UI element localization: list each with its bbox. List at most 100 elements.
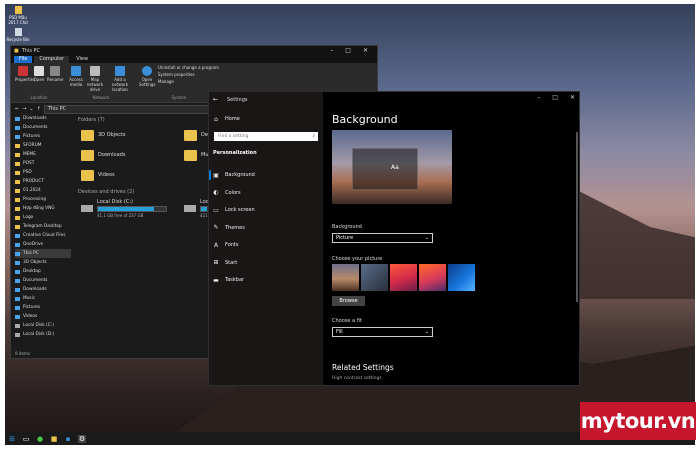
nav-item[interactable]: Hợp đồng VNG: [15, 204, 71, 213]
recent-chevron-icon[interactable]: ⌄: [29, 106, 33, 112]
folder-icon: [15, 116, 20, 121]
settings-taskbar-icon[interactable]: ⚙: [78, 434, 86, 443]
settings-section-title: Personalization: [213, 150, 257, 156]
folder-icon: [81, 169, 94, 181]
desktop-icon-recycle-bin[interactable]: Recycle Bin: [6, 28, 30, 42]
settings-menu-item[interactable]: ⊞ Start: [209, 258, 323, 268]
add-network-location-label: Add a network location: [111, 77, 129, 92]
nav-item[interactable]: Pictures: [15, 132, 71, 141]
settings-menu-item[interactable]: ✎ Themes: [209, 223, 323, 233]
nav-item[interactable]: Local Disk (C:): [15, 321, 71, 330]
settings-menu-label: Start: [225, 259, 238, 266]
nav-item[interactable]: Documents: [15, 123, 71, 132]
browse-button[interactable]: Browse: [332, 296, 365, 306]
fit-select[interactable]: Fill ⌄: [332, 327, 433, 337]
folder-label: Downloads: [98, 152, 126, 158]
folder-icon: [184, 149, 197, 161]
close-icon[interactable]: ✕: [570, 94, 575, 101]
folder-item[interactable]: Downloads: [81, 147, 176, 163]
nav-item[interactable]: Processing: [15, 195, 71, 204]
tab-file[interactable]: File: [14, 56, 33, 63]
task-view-icon[interactable]: ▭: [22, 435, 30, 443]
picture-thumbnail[interactable]: [448, 264, 475, 291]
nav-item-label: POST: [23, 161, 35, 166]
access-media-button[interactable]: Access media: [68, 65, 84, 92]
open-button[interactable]: Open: [31, 65, 47, 82]
nav-item[interactable]: PSD: [15, 168, 71, 177]
folder-item[interactable]: Videos: [81, 167, 176, 183]
tab-computer[interactable]: Computer: [34, 56, 70, 63]
nav-item[interactable]: Videos: [15, 312, 71, 321]
settings-menu-item[interactable]: ▭ Lock screen: [209, 205, 323, 215]
nav-item[interactable]: Downloads: [15, 114, 71, 123]
back-arrow-icon[interactable]: ←: [15, 106, 19, 112]
settings-search-input[interactable]: Find a setting ⌕: [214, 132, 318, 141]
ribbon-group-location: Properties Open Rename Location: [15, 65, 63, 100]
rename-button[interactable]: Rename: [47, 65, 63, 82]
uninstall-program-link[interactable]: Uninstall or change a program: [158, 65, 219, 70]
drive-item[interactable]: Local Disk (C:) 41.1 GB free of 237 GB: [81, 199, 171, 218]
nav-item[interactable]: Logo: [15, 213, 71, 222]
picture-thumbnail[interactable]: [419, 264, 446, 291]
up-arrow-icon[interactable]: ↑: [37, 106, 41, 112]
tab-view[interactable]: View: [71, 56, 93, 63]
properties-button[interactable]: Properties: [15, 65, 35, 82]
explorer-titlebar[interactable]: ■ This PC – □ ✕: [11, 46, 377, 55]
start-icon: ⊞: [213, 259, 219, 266]
folder-icon: [15, 278, 20, 283]
nav-item[interactable]: This PC: [15, 249, 71, 258]
nav-item[interactable]: Documents: [15, 276, 71, 285]
chrome-icon[interactable]: ●: [36, 435, 44, 443]
nav-item[interactable]: Creative Cloud Files: [15, 231, 71, 240]
folder-icon: [15, 314, 20, 319]
minimize-icon[interactable]: –: [537, 94, 540, 101]
folder-icon: [15, 260, 20, 265]
nav-item[interactable]: SFORUM: [15, 141, 71, 150]
drive-usage-fill: [201, 207, 208, 211]
map-network-drive-button[interactable]: Map network drive: [84, 65, 106, 92]
windows-start-icon[interactable]: ⊞: [8, 435, 16, 443]
nav-item[interactable]: PRODUCT: [15, 177, 71, 186]
minimize-icon[interactable]: –: [330, 47, 333, 54]
back-arrow-icon[interactable]: ←: [213, 96, 218, 103]
choose-picture-label: Choose your picture: [332, 256, 383, 262]
settings-window: ← Settings ⌂ Home Find a setting ⌕ Perso…: [208, 91, 580, 386]
nav-item[interactable]: Music: [15, 294, 71, 303]
settings-home[interactable]: ⌂ Home: [209, 114, 323, 124]
desktop-icon-psd[interactable]: PSD Mẫu 2017 Chữ: [6, 6, 30, 25]
nav-item[interactable]: MEME: [15, 150, 71, 159]
settings-menu-item[interactable]: ◐ Colors: [209, 188, 323, 198]
high-contrast-link[interactable]: High contrast settings: [332, 376, 382, 381]
nav-item[interactable]: OneDrive: [15, 240, 71, 249]
maximize-icon[interactable]: □: [552, 94, 558, 101]
photoshop-icon[interactable]: ▪: [64, 435, 72, 443]
manage-link[interactable]: Manage: [158, 79, 219, 84]
nav-item[interactable]: 01.2024: [15, 186, 71, 195]
settings-menu-item[interactable]: ▬ Taskbar: [209, 275, 323, 285]
settings-menu-item[interactable]: ▣ Background: [209, 170, 323, 180]
folder-item[interactable]: 3D Objects: [81, 127, 176, 143]
system-properties-link[interactable]: System properties: [158, 72, 219, 77]
file-explorer-taskbar-icon[interactable]: ■: [50, 435, 58, 443]
settings-menu-item[interactable]: A Fonts: [209, 240, 323, 250]
forward-arrow-icon[interactable]: →: [22, 106, 26, 112]
open-settings-label: Open Settings: [139, 77, 156, 87]
nav-item[interactable]: POST: [15, 159, 71, 168]
nav-item[interactable]: 3D Objects: [15, 258, 71, 267]
picture-thumbnail[interactable]: [390, 264, 417, 291]
close-icon[interactable]: ✕: [363, 47, 368, 54]
nav-item[interactable]: Telegram Desktop: [15, 222, 71, 231]
nav-item[interactable]: Pictures: [15, 303, 71, 312]
nav-item[interactable]: Desktop: [15, 267, 71, 276]
maximize-icon[interactable]: □: [345, 47, 351, 54]
open-settings-button[interactable]: Open Settings: [139, 65, 155, 87]
background-type-select[interactable]: Picture ⌄: [332, 233, 433, 243]
nav-item[interactable]: Downloads: [15, 285, 71, 294]
settings-sidebar: ← Settings ⌂ Home Find a setting ⌕ Perso…: [209, 92, 323, 385]
nav-item[interactable]: Local Disk (D:): [15, 330, 71, 339]
add-network-location-button[interactable]: Add a network location: [106, 65, 134, 92]
nav-item-label: PSD: [23, 170, 32, 175]
scrollbar[interactable]: [576, 132, 578, 302]
picture-thumbnail[interactable]: [332, 264, 359, 291]
picture-thumbnail[interactable]: [361, 264, 388, 291]
